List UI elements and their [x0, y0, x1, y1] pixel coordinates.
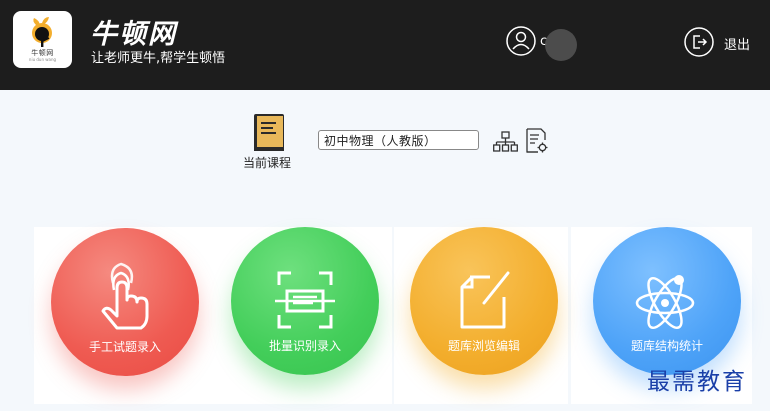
manual-entry-button[interactable]: 手工试题录入 [51, 228, 199, 376]
user-icon[interactable] [506, 26, 536, 56]
top-header: 牛顿网 niu dun wang 牛顿网 让老师更牛,帮学生顿悟 c 退出 [0, 0, 770, 90]
batch-recognize-label: 批量识别录入 [268, 339, 341, 353]
site-logo[interactable]: 牛顿网 niu dun wang [13, 11, 72, 68]
batch-recognize-button[interactable]: 批量识别录入 [231, 227, 379, 375]
document-settings-icon[interactable] [525, 128, 549, 154]
logo-subtext: niu dun wang [28, 57, 57, 62]
browse-edit-label: 题库浏览编辑 [447, 339, 520, 353]
user-name-redaction [545, 29, 577, 61]
watermark: 最需教育 [647, 369, 747, 395]
structure-tree-icon[interactable] [493, 131, 518, 153]
brand-slogan: 让老师更牛,帮学生顿悟 [91, 51, 226, 66]
current-course-label: 当前课程 [243, 156, 292, 170]
structure-stats-button[interactable]: 题库结构统计 [593, 227, 741, 375]
course-select[interactable]: 初中物理（人教版） [318, 130, 479, 150]
logout-button[interactable]: 退出 [724, 34, 750, 53]
book-icon [254, 114, 284, 151]
browse-edit-button[interactable]: 题库浏览编辑 [410, 227, 558, 375]
brand-title: 牛顿网 [90, 19, 177, 50]
manual-entry-label: 手工试题录入 [88, 340, 161, 354]
structure-stats-label: 题库结构统计 [630, 339, 703, 353]
logout-icon[interactable] [684, 27, 714, 57]
